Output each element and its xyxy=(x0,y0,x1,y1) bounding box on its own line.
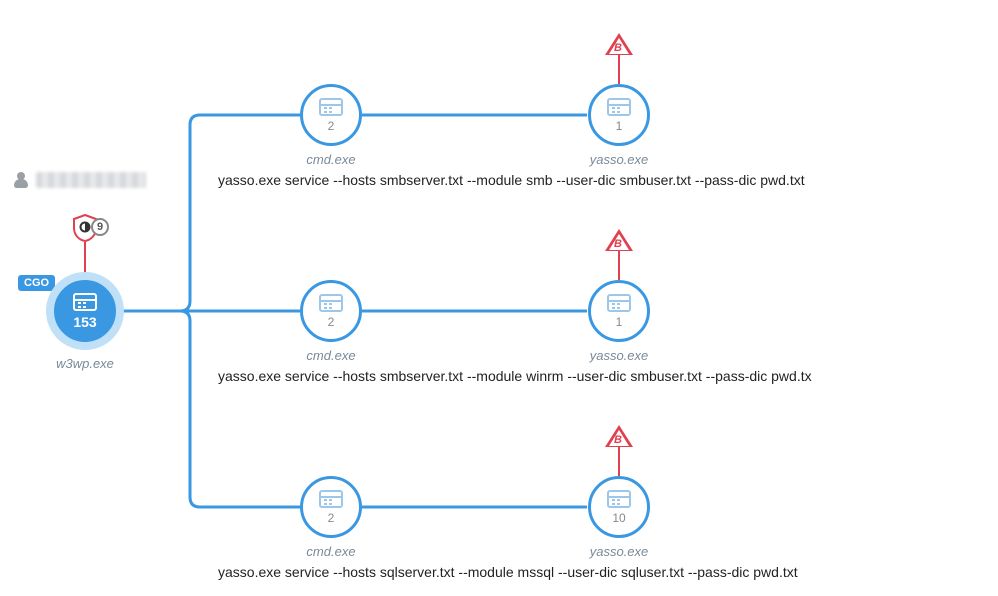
alert-letter: B xyxy=(614,42,622,54)
process-count: 153 xyxy=(73,314,96,330)
window-icon xyxy=(607,294,631,312)
user-name-redacted xyxy=(36,172,146,188)
window-icon xyxy=(607,490,631,508)
window-icon xyxy=(319,294,343,312)
process-label: cmd.exe xyxy=(271,152,391,167)
shield-alert-icon: 9 xyxy=(73,214,97,242)
process-node-cmd[interactable]: 2 xyxy=(300,280,362,342)
process-label: cmd.exe xyxy=(271,544,391,559)
alert-triangle-icon: B xyxy=(605,33,633,55)
process-count: 2 xyxy=(328,119,335,133)
process-count: 1 xyxy=(616,119,623,133)
command-line: yasso.exe service --hosts smbserver.txt … xyxy=(218,172,805,188)
cgo-tag: CGO xyxy=(18,275,55,291)
alert-triangle-icon: B xyxy=(605,229,633,251)
process-count: 10 xyxy=(612,511,625,525)
window-icon xyxy=(73,293,97,311)
process-label: cmd.exe xyxy=(271,348,391,363)
command-line: yasso.exe service --hosts smbserver.txt … xyxy=(218,368,812,384)
process-node-cmd[interactable]: 2 xyxy=(300,476,362,538)
connector-lines xyxy=(0,0,998,596)
process-node-yasso[interactable]: 1 xyxy=(588,280,650,342)
user-row xyxy=(14,172,146,188)
alert-letter: B xyxy=(614,238,622,250)
user-icon xyxy=(14,172,28,188)
process-node-cmd[interactable]: 2 xyxy=(300,84,362,146)
process-label: yasso.exe xyxy=(559,348,679,363)
window-icon xyxy=(319,490,343,508)
alert-letter: B xyxy=(614,434,622,446)
process-label: yasso.exe xyxy=(559,152,679,167)
process-count: 2 xyxy=(328,511,335,525)
process-label: w3wp.exe xyxy=(25,356,145,371)
process-tree-diagram: 9 CGO 153 w3wp.exe 2 cmd.exe B 1 yasso.e… xyxy=(0,0,998,596)
process-label: yasso.exe xyxy=(559,544,679,559)
process-count: 1 xyxy=(616,315,623,329)
window-icon xyxy=(607,98,631,116)
process-node-root[interactable]: 153 xyxy=(46,272,124,350)
process-node-yasso[interactable]: 1 xyxy=(588,84,650,146)
shield-badge: 9 xyxy=(91,218,109,236)
alert-triangle-icon: B xyxy=(605,425,633,447)
process-node-yasso[interactable]: 10 xyxy=(588,476,650,538)
process-count: 2 xyxy=(328,315,335,329)
command-line: yasso.exe service --hosts sqlserver.txt … xyxy=(218,564,798,580)
window-icon xyxy=(319,98,343,116)
